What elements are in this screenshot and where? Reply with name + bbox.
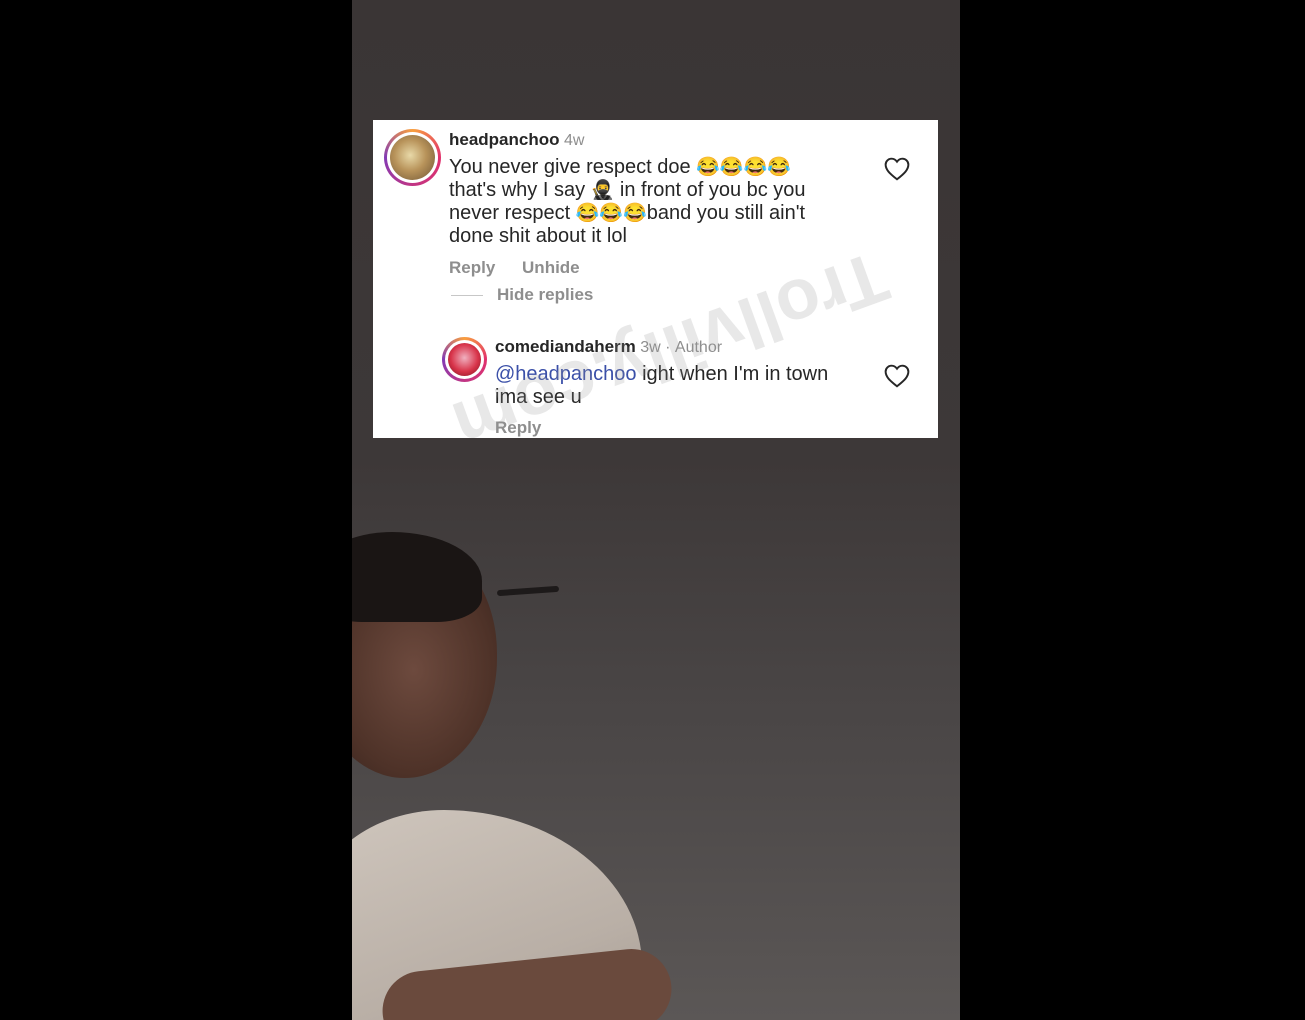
headpanchoo-avatar[interactable] xyxy=(384,129,441,186)
author-badge: Author xyxy=(674,339,723,356)
person-hair xyxy=(352,532,482,622)
laughing-emoji-icon: 😂 xyxy=(767,157,791,178)
comment-time: 4w xyxy=(563,132,585,149)
reply-time: 3w xyxy=(640,339,661,356)
replies-divider xyxy=(451,294,483,296)
heart-icon[interactable] xyxy=(884,364,910,388)
hide-replies-button[interactable]: Hide replies xyxy=(451,285,593,305)
reply-button[interactable]: Reply xyxy=(449,258,495,277)
reply-reply-button[interactable]: Reply xyxy=(495,418,541,437)
heart-icon[interactable] xyxy=(884,157,910,181)
comment-text-line3b: band you still ain't xyxy=(646,202,806,224)
ceiling-fixture xyxy=(496,585,560,597)
comment-header: headpanchoo 4w xyxy=(449,130,584,150)
reply-text-a: ight when I'm in town xyxy=(642,363,829,385)
reply-username[interactable]: comediandaherm xyxy=(495,337,636,356)
comment-actions: Reply Unhide xyxy=(449,258,602,278)
reply-text: @headpanchoo ight when I'm in town ima s… xyxy=(495,363,865,409)
laughing-emoji-icon: 😂 xyxy=(696,157,720,178)
laughing-emoji-icon: 😂 xyxy=(575,203,600,224)
reply-header: comediandaherm 3w · Author xyxy=(495,337,722,357)
reply-actions: Reply xyxy=(495,418,541,438)
unhide-button[interactable]: Unhide xyxy=(522,258,580,277)
reply-separator: · xyxy=(665,339,671,356)
comment-text-line2b: in front of you bc you xyxy=(619,179,806,201)
laughing-emoji-icon: 😂 xyxy=(743,157,768,178)
comment-text-line1: You never give respect doe xyxy=(449,156,691,178)
comediandaherm-avatar[interactable] xyxy=(442,337,487,382)
mention-link[interactable]: @headpanchoo xyxy=(495,363,637,385)
comment-text-line3a: never respect xyxy=(449,202,571,224)
hide-replies-label: Hide replies xyxy=(497,285,594,304)
laughing-emoji-icon: 😂 xyxy=(623,203,647,224)
reply-text-b: ima see u xyxy=(495,386,582,408)
comment-text: You never give respect doe 😂😂😂😂 that's w… xyxy=(449,156,849,248)
comment-text-line2a: that's why I say xyxy=(449,179,586,201)
comment-text-line4: done shit about it lol xyxy=(449,225,627,247)
ninja-emoji-icon: 🥷 xyxy=(590,180,615,201)
laughing-emoji-icon: 😂 xyxy=(599,203,624,224)
laughing-emoji-icon: 😂 xyxy=(719,157,744,178)
comment-screenshot-card: headpanchoo 4w You never give respect do… xyxy=(373,120,938,438)
comment-username[interactable]: headpanchoo xyxy=(449,130,560,149)
